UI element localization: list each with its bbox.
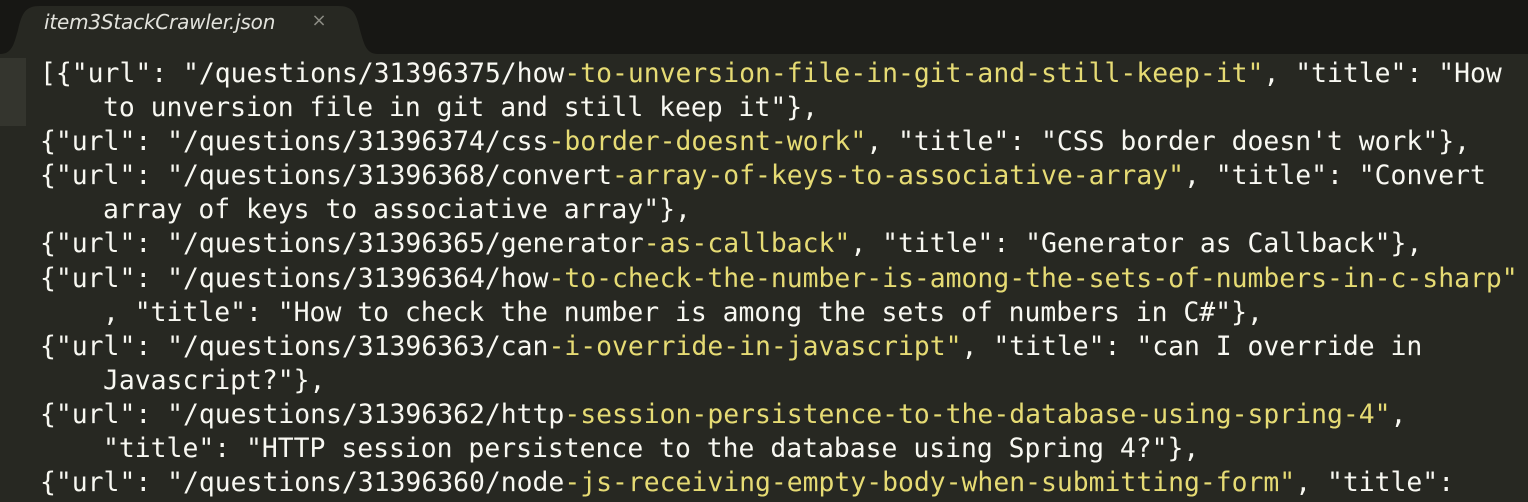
code-token: array of keys to associative array"}, (103, 194, 691, 226)
string-token: -border-doesnt-work" (548, 126, 867, 158)
code-line[interactable]: {"url": "/questions/31396362/http-sessio… (40, 398, 1528, 432)
string-token: -as-callback" (643, 228, 851, 260)
code-token: {"url": "/questions/31396363/can (40, 330, 549, 362)
code-token: {"url": "/questions/31396368/convert (40, 160, 612, 192)
code-line[interactable]: {"url": "/questions/31396368/convert-arr… (40, 159, 1528, 193)
code-line[interactable]: , "title": "How to check the number is a… (40, 296, 1528, 330)
code-token: Javascript?"}, (103, 364, 326, 396)
code-token: , "title": "can I override in (961, 330, 1423, 362)
close-icon[interactable]: × (309, 11, 329, 31)
gutter-highlight (0, 58, 26, 126)
code-token: , "title": "How (1263, 58, 1502, 89)
code-token: , "title": "Generator as Callback"}, (850, 228, 1423, 260)
string-token: -i-override-in-javascript" (548, 330, 962, 362)
code-line[interactable]: [{"url": "/questions/31396375/how-to-unv… (40, 57, 1528, 91)
code-line[interactable]: Javascript?"}, (40, 364, 1528, 398)
tab-item3stackcrawler[interactable]: item3StackCrawler.json × (0, 0, 378, 54)
code-editor[interactable]: [{"url": "/questions/31396375/how-to-unv… (40, 57, 1528, 502)
string-token: -array-of-keys-to-associative-array" (612, 160, 1184, 192)
string-token: -to-check-the-number-is-among-the-sets-o… (548, 262, 1518, 294)
code-token: [{"url": "/questions/31396375/how (40, 58, 565, 89)
code-line[interactable]: array of keys to associative array"}, (40, 193, 1528, 227)
code-token: {"url": "/questions/31396360/node (40, 467, 565, 499)
code-token: {"url": "/questions/31396362/http (40, 398, 565, 430)
code-line[interactable]: to unversion file in git and still keep … (40, 91, 1528, 125)
code-token: {"url": "/questions/31396364/how (40, 262, 549, 294)
tab-bar: item3StackCrawler.json × (0, 0, 1528, 54)
tab-title: item3StackCrawler.json (44, 10, 276, 34)
string-token: -session-persistence-to-the-database-usi… (564, 398, 1391, 430)
code-token: , "title": "Convert (1184, 160, 1486, 192)
code-token: , (1390, 398, 1407, 430)
code-token: "title": "HTTP session persistence to th… (103, 433, 1200, 465)
code-token: , "title": (1295, 467, 1455, 499)
code-token: , "title": "CSS border doesn't work"}, (866, 126, 1470, 158)
code-line[interactable]: {"url": "/questions/31396363/can-i-overr… (40, 330, 1528, 364)
string-token: -js-receiving-empty-body-when-submitting… (564, 467, 1296, 499)
code-token: {"url": "/questions/31396365/generator (40, 228, 644, 260)
code-token: to unversion file in git and still keep … (103, 92, 818, 124)
code-line[interactable]: {"url": "/questions/31396374/css-border-… (40, 125, 1528, 159)
code-line[interactable]: "title": "HTTP session persistence to th… (40, 432, 1528, 466)
code-token: {"url": "/questions/31396374/css (40, 126, 549, 158)
code-token: , "title": "How to check the number is a… (103, 296, 1263, 328)
code-line[interactable]: {"url": "/questions/31396365/generator-a… (40, 227, 1528, 261)
editor-window: item3StackCrawler.json × [{"url": "/ques… (0, 0, 1528, 502)
code-line[interactable]: {"url": "/questions/31396364/how-to-chec… (40, 262, 1528, 296)
code-line[interactable]: {"url": "/questions/31396360/node-js-rec… (40, 466, 1528, 500)
string-token: -to-unversion-file-in-git-and-still-keep… (564, 58, 1264, 89)
